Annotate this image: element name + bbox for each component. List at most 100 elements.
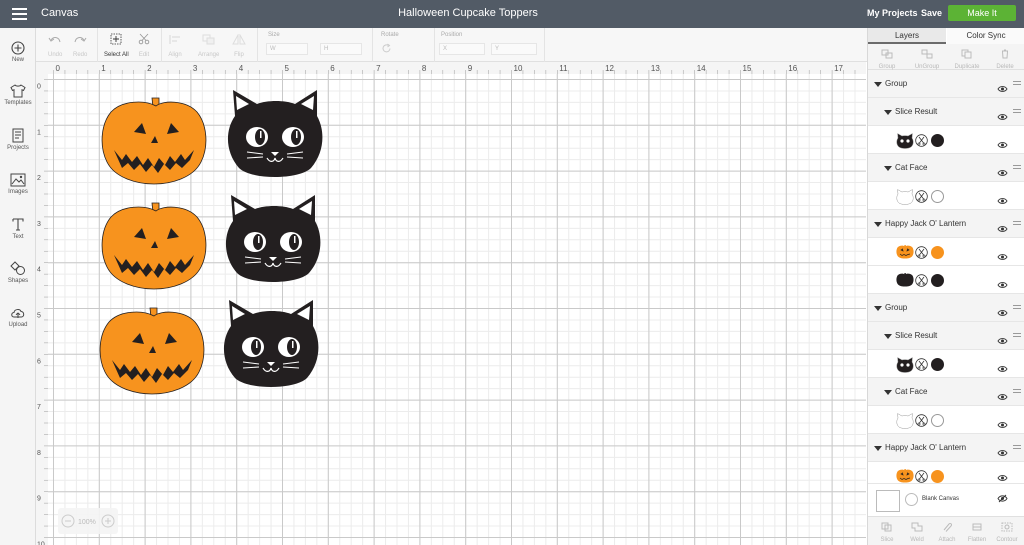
- color-swatch[interactable]: [931, 246, 944, 259]
- layer-item-row[interactable]: [868, 182, 1024, 210]
- cut-operation-icon[interactable]: [915, 470, 928, 483]
- eye-icon[interactable]: [997, 304, 1008, 322]
- caret-down-icon[interactable]: [884, 166, 892, 171]
- caret-down-icon[interactable]: [884, 110, 892, 115]
- black-cat-image[interactable]: [227, 90, 323, 177]
- canvas-color-circle[interactable]: [905, 493, 918, 506]
- color-swatch[interactable]: [931, 358, 944, 371]
- eye-icon[interactable]: [997, 108, 1008, 126]
- duplicate-button[interactable]: Duplicate: [952, 46, 982, 70]
- cut-operation-icon[interactable]: [915, 274, 928, 287]
- color-swatch[interactable]: [931, 414, 944, 427]
- weld-button[interactable]: Weld: [902, 519, 932, 543]
- layer-group-row[interactable]: Group: [868, 70, 1024, 98]
- save-button[interactable]: Save: [921, 8, 942, 18]
- layer-group-row[interactable]: Group: [868, 294, 1024, 322]
- layer-group-row[interactable]: Cat Face: [868, 378, 1024, 406]
- contour-button[interactable]: Contour: [992, 519, 1022, 543]
- layer-item-row[interactable]: [868, 238, 1024, 266]
- drag-handle-icon[interactable]: [1013, 81, 1021, 87]
- sidebar-item-new[interactable]: New: [0, 41, 36, 63]
- y-field[interactable]: Y: [491, 43, 537, 55]
- make-it-button[interactable]: Make It: [948, 5, 1016, 21]
- layer-group-row[interactable]: Cat Face: [868, 154, 1024, 182]
- color-swatch[interactable]: [931, 134, 944, 147]
- eye-icon[interactable]: [997, 416, 1008, 434]
- eye-icon[interactable]: [997, 360, 1008, 378]
- eye-hidden-icon[interactable]: [997, 494, 1008, 503]
- arrange-dropdown[interactable]: Arrange: [198, 32, 219, 58]
- layer-item-row[interactable]: [868, 406, 1024, 434]
- height-field[interactable]: H: [320, 43, 362, 55]
- group-button[interactable]: Group: [872, 46, 902, 70]
- drag-handle-icon[interactable]: [1013, 109, 1021, 115]
- eye-icon[interactable]: [997, 248, 1008, 266]
- layer-group-row[interactable]: Slice Result: [868, 98, 1024, 126]
- sidebar-item-shapes[interactable]: Shapes: [0, 261, 36, 284]
- layer-group-row[interactable]: Happy Jack O' Lantern: [868, 210, 1024, 238]
- cut-operation-icon[interactable]: [915, 414, 928, 427]
- caret-down-icon[interactable]: [874, 222, 882, 227]
- my-projects-link[interactable]: My Projects: [867, 8, 918, 18]
- sidebar-item-text[interactable]: Text: [0, 217, 36, 240]
- eye-icon[interactable]: [997, 136, 1008, 154]
- layer-group-row[interactable]: Happy Jack O' Lantern: [868, 434, 1024, 462]
- drag-handle-icon[interactable]: [1013, 305, 1021, 311]
- drag-handle-icon[interactable]: [1013, 389, 1021, 395]
- select-all-button[interactable]: Select All: [104, 32, 129, 58]
- blank-canvas-row[interactable]: Blank Canvas: [868, 484, 1024, 516]
- caret-down-icon[interactable]: [874, 446, 882, 451]
- eye-icon[interactable]: [997, 276, 1008, 294]
- eye-icon[interactable]: [997, 164, 1008, 182]
- eye-icon[interactable]: [997, 388, 1008, 406]
- drag-handle-icon[interactable]: [1013, 221, 1021, 227]
- caret-down-icon[interactable]: [874, 82, 882, 87]
- tab-color-sync[interactable]: Color Sync: [947, 28, 1024, 44]
- caret-down-icon[interactable]: [884, 390, 892, 395]
- redo-button[interactable]: Redo: [73, 32, 87, 58]
- undo-button[interactable]: Undo: [48, 32, 62, 58]
- canvas-svg[interactable]: 0 1 2 3 4 5 6 7 8 9 10 11 12 13 14 15 16 1701234567891010…: [36, 62, 866, 545]
- caret-down-icon[interactable]: [874, 306, 882, 311]
- flatten-button[interactable]: Flatten: [962, 519, 992, 543]
- drag-handle-icon[interactable]: [1013, 445, 1021, 451]
- cut-operation-icon[interactable]: [915, 358, 928, 371]
- design-canvas[interactable]: 0 1 2 3 4 5 6 7 8 9 10 11 12 13 14 15 16 17 0 1 2 3 4 5 6 7 8 9 10 10…: [36, 62, 866, 545]
- rotate-icon[interactable]: [381, 43, 392, 54]
- black-cat-image[interactable]: [223, 300, 319, 387]
- sidebar-item-projects[interactable]: Projects: [0, 128, 36, 151]
- sidebar-item-templates[interactable]: Templates: [0, 84, 36, 106]
- jack-o-lantern-image[interactable]: [99, 307, 205, 395]
- layer-item-row[interactable]: [868, 462, 1024, 484]
- eye-icon[interactable]: [997, 220, 1008, 238]
- jack-o-lantern-image[interactable]: [101, 97, 207, 185]
- eye-icon[interactable]: [997, 332, 1008, 350]
- sidebar-item-images[interactable]: Images: [0, 173, 36, 195]
- eye-icon[interactable]: [997, 192, 1008, 210]
- black-cat-image[interactable]: [225, 195, 321, 282]
- edit-dropdown[interactable]: Edit: [138, 32, 150, 58]
- tab-layers[interactable]: Layers: [868, 28, 946, 44]
- delete-button[interactable]: Delete: [990, 46, 1020, 70]
- layer-item-row[interactable]: [868, 350, 1024, 378]
- drag-handle-icon[interactable]: [1013, 165, 1021, 171]
- eye-icon[interactable]: [997, 80, 1008, 98]
- cut-operation-icon[interactable]: [915, 246, 928, 259]
- jack-o-lantern-image[interactable]: [101, 202, 207, 290]
- layer-item-row[interactable]: [868, 126, 1024, 154]
- cut-operation-icon[interactable]: [915, 134, 928, 147]
- layer-item-row[interactable]: [868, 266, 1024, 294]
- flip-dropdown[interactable]: Flip: [232, 32, 246, 58]
- slice-button[interactable]: Slice: [872, 519, 902, 543]
- width-field[interactable]: W: [266, 43, 308, 55]
- layer-group-row[interactable]: Slice Result: [868, 322, 1024, 350]
- cut-operation-icon[interactable]: [915, 190, 928, 203]
- drag-handle-icon[interactable]: [1013, 333, 1021, 339]
- color-swatch[interactable]: [931, 190, 944, 203]
- sidebar-item-upload[interactable]: Upload: [0, 306, 36, 328]
- eye-icon[interactable]: [997, 444, 1008, 462]
- color-swatch[interactable]: [931, 274, 944, 287]
- x-field[interactable]: X: [439, 43, 485, 55]
- attach-button[interactable]: Attach: [932, 519, 962, 543]
- caret-down-icon[interactable]: [884, 334, 892, 339]
